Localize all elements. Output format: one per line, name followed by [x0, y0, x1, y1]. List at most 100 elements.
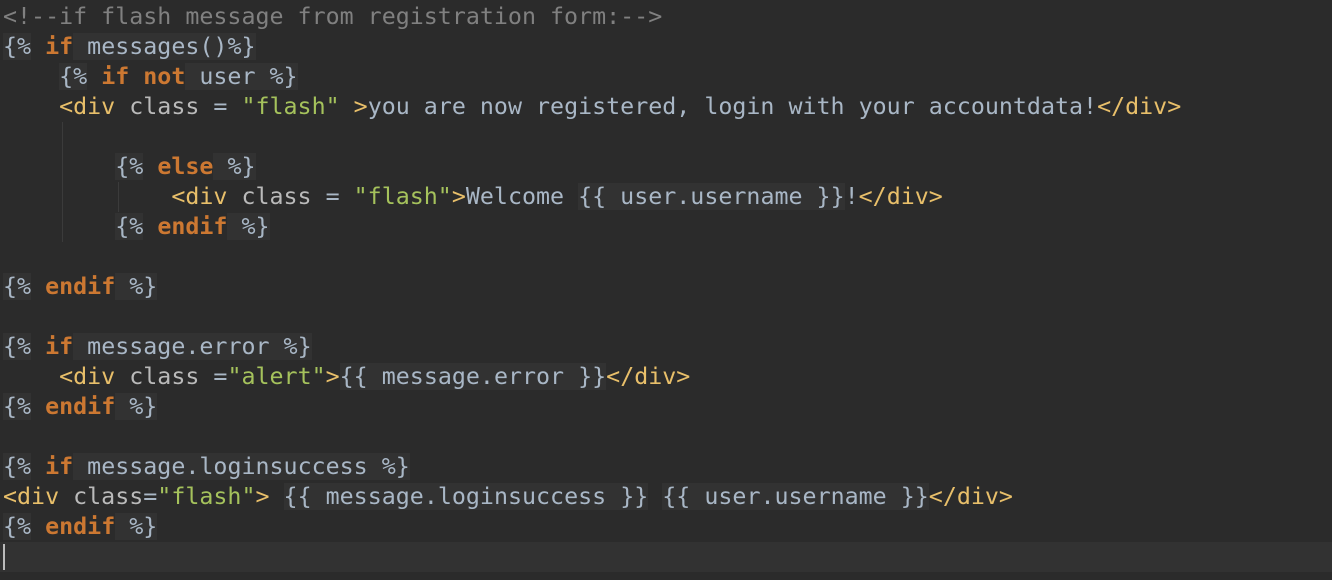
code-token: "alert": [227, 363, 326, 390]
code-token: {%: [59, 63, 88, 90]
code-token: %}: [381, 453, 410, 480]
code-token: [115, 273, 130, 300]
code-token: {%: [3, 453, 32, 480]
code-token: }}: [816, 183, 845, 210]
code-token: =: [199, 93, 242, 120]
code-token: {{: [339, 363, 368, 390]
code-token: message.loginsuccess: [311, 483, 621, 510]
code-token: {{: [662, 483, 691, 510]
code-token: {%: [3, 513, 32, 540]
code-line[interactable]: {% endif %}: [3, 212, 270, 242]
code-token: %}: [227, 153, 256, 180]
code-line[interactable]: {% if messages()%}: [3, 32, 256, 62]
code-line[interactable]: {% if message.error %}: [3, 332, 312, 362]
code-token: <div: [59, 93, 116, 120]
code-token: >: [451, 183, 466, 210]
code-token: class: [227, 183, 312, 210]
code-line[interactable]: {% endif %}: [3, 392, 158, 422]
code-token: <div: [59, 363, 116, 390]
code-token: message.error: [73, 333, 284, 360]
code-token: message.loginsuccess: [73, 453, 382, 480]
code-token: messages(): [73, 33, 228, 60]
code-token: Welcome: [465, 183, 579, 210]
code-token: class: [59, 483, 144, 510]
code-token: if not: [101, 63, 186, 90]
code-editor[interactable]: <!--if flash message from registration f…: [0, 0, 1332, 580]
code-token: >: [325, 363, 340, 390]
code-token: {%: [3, 393, 32, 420]
code-token: <!--if flash message from registration f…: [3, 3, 663, 30]
code-token: =: [143, 483, 158, 510]
code-token: "flash": [241, 93, 340, 120]
code-line[interactable]: {% endif %}: [3, 512, 158, 542]
code-token: if: [45, 453, 74, 480]
code-token: "flash": [157, 483, 256, 510]
code-token: message.error: [367, 363, 579, 390]
code-token: if: [45, 33, 74, 60]
code-token: {%: [3, 273, 32, 300]
code-token: >: [339, 93, 368, 120]
code-token: =: [199, 363, 228, 390]
code-token: endif: [45, 393, 116, 420]
text-cursor: [3, 544, 5, 570]
code-line[interactable]: {% if not user %}: [3, 62, 298, 92]
code-token: class: [115, 363, 200, 390]
code-token: {%: [3, 33, 32, 60]
code-token: [115, 393, 130, 420]
current-line-highlight: [0, 542, 1332, 572]
code-token: %}: [129, 393, 158, 420]
code-token: </div>: [858, 183, 943, 210]
code-token: =: [311, 183, 354, 210]
code-token: {{: [283, 483, 312, 510]
code-token: %}: [227, 33, 256, 60]
code-line[interactable]: <div class="flash"> {{ message.loginsucc…: [3, 482, 1013, 512]
code-line[interactable]: {% endif %}: [3, 272, 158, 302]
code-token: }}: [578, 363, 607, 390]
code-token: if: [45, 333, 74, 360]
code-token: %}: [129, 273, 158, 300]
code-token: endif: [45, 273, 116, 300]
code-token: user.username: [690, 483, 901, 510]
code-line[interactable]: <div class = "flash">Welcome {{ user.use…: [3, 182, 943, 212]
code-token: you are now registered, login with your: [367, 93, 929, 120]
code-token: </div>: [928, 483, 1013, 510]
code-line[interactable]: {% if message.loginsuccess %}: [3, 452, 410, 482]
code-token: >: [255, 483, 270, 510]
code-token: %}: [241, 213, 270, 240]
code-token: !: [1083, 93, 1098, 120]
code-token: endif: [45, 513, 116, 540]
code-line[interactable]: <div class ="alert">{{ message.error }}<…: [3, 362, 690, 392]
code-token: else: [157, 153, 214, 180]
code-line[interactable]: <div class = "flash" >you are now regist…: [3, 92, 1181, 122]
code-token: {%: [115, 213, 144, 240]
code-token: [227, 213, 242, 240]
code-token: }}: [620, 483, 649, 510]
code-token: user: [185, 63, 270, 90]
code-token: class: [115, 93, 200, 120]
code-token: {%: [3, 333, 32, 360]
code-token: !: [844, 183, 859, 210]
code-token: [213, 153, 228, 180]
code-line[interactable]: {% else %}: [3, 152, 256, 182]
code-token: {{: [578, 183, 607, 210]
code-token: %}: [129, 513, 158, 540]
code-token: user.username: [606, 183, 817, 210]
code-line[interactable]: <!--if flash message from registration f…: [3, 2, 662, 32]
code-token: [115, 513, 130, 540]
